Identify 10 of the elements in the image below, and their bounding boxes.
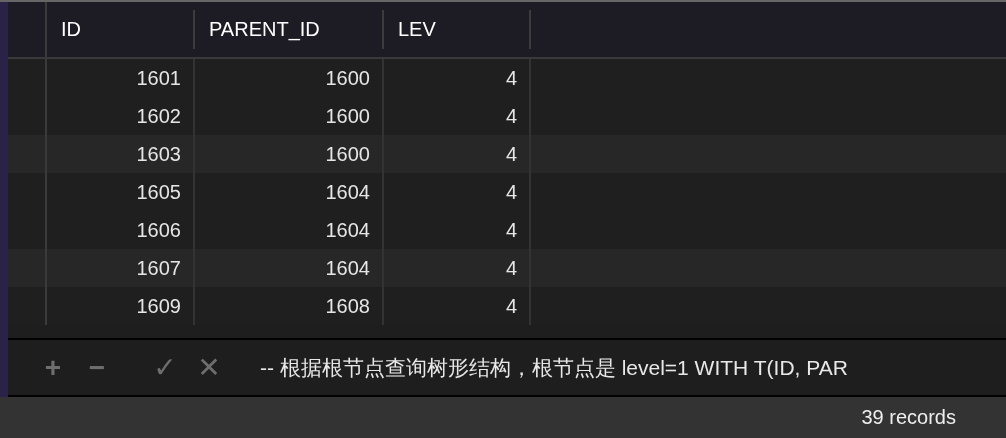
table-cell: 1609 [47,287,195,325]
table-row[interactable]: 1603 1600 4 [8,135,1006,173]
column-header[interactable]: PARENT_ID [195,10,384,49]
table-cell: 1608 [195,287,384,325]
table-cell: 4 [384,287,531,325]
sql-query-text: -- 根据根节点查询树形结构，根节点是 level=1 WITH T(ID, PAR [260,354,848,381]
column-header[interactable]: ID [47,10,195,49]
record-count: 39 records [861,406,956,429]
column-header[interactable]: LEV [384,10,531,49]
table-row[interactable]: 1607 1604 4 [8,249,1006,287]
